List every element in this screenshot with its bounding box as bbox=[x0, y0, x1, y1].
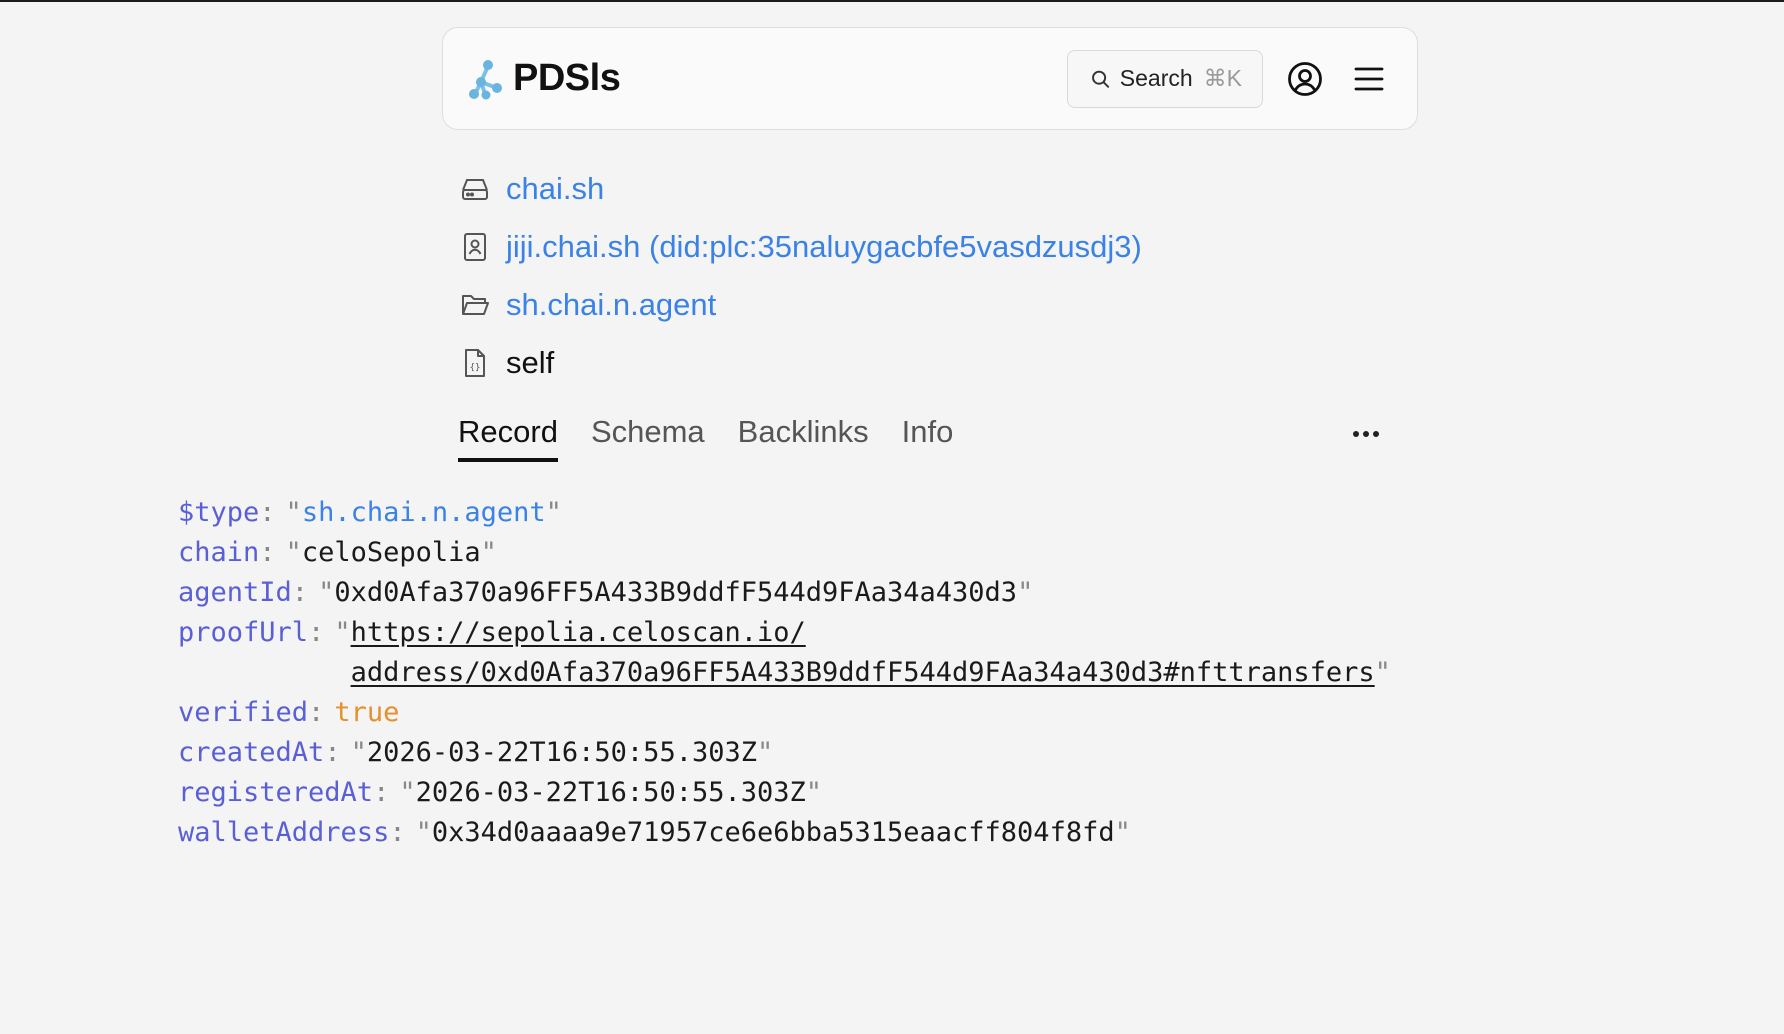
breadcrumb-item-repo: jiji.chai.sh (did:plc:35naluygacbfe5vasd… bbox=[458, 218, 1142, 276]
breadcrumb-current-record: self bbox=[506, 345, 555, 380]
brand-name: PDSls bbox=[513, 57, 621, 99]
record-tabs: Record Schema Backlinks Info bbox=[458, 414, 1388, 466]
record-field-proofurl: proofUrl: " https://sepolia.celoscan.io/… bbox=[178, 613, 1391, 693]
record-field-registeredat: registeredAt: " 2026-03-22T16:50:55.303Z " bbox=[178, 773, 1391, 813]
menu-button[interactable] bbox=[1347, 57, 1391, 101]
field-value-bool: true bbox=[334, 697, 400, 728]
record-field-createdat: createdAt: " 2026-03-22T16:50:55.303Z " bbox=[178, 733, 1391, 773]
svg-text:{}: {} bbox=[470, 363, 481, 373]
breadcrumb-link-collection[interactable]: sh.chai.n.agent bbox=[506, 287, 716, 323]
field-key: verified bbox=[178, 697, 309, 728]
breadcrumb: chai.sh jiji.chai.sh (did:plc:35naluygac… bbox=[458, 160, 1142, 392]
record-json-view: $type: " sh.chai.n.agent " chain: " celoSep… bbox=[178, 493, 1391, 853]
json-file-icon: {} bbox=[458, 346, 492, 380]
field-value: 2026-03-22T16:50:55.303Z bbox=[366, 737, 757, 768]
colon: : bbox=[259, 537, 276, 568]
network-nodes-icon bbox=[469, 59, 502, 99]
colon: : bbox=[259, 497, 276, 528]
hamburger-menu-icon bbox=[1354, 67, 1384, 90]
field-key: agentId bbox=[178, 577, 292, 608]
colon: : bbox=[308, 697, 325, 728]
breadcrumb-item-pds: chai.sh bbox=[458, 160, 1142, 218]
brand-home-link[interactable]: PDSls bbox=[467, 57, 621, 100]
field-key: proofUrl bbox=[178, 617, 309, 648]
field-key: walletAddress bbox=[178, 817, 390, 848]
tab-schema[interactable]: Schema bbox=[591, 414, 705, 458]
field-value: 2026-03-22T16:50:55.303Z bbox=[415, 777, 806, 808]
field-key: $type bbox=[178, 497, 260, 528]
field-value: celoSepolia bbox=[301, 537, 481, 568]
record-field-type: $type: " sh.chai.n.agent " bbox=[178, 493, 1391, 533]
tab-info[interactable]: Info bbox=[902, 414, 954, 458]
colon: : bbox=[291, 577, 309, 608]
colon: : bbox=[389, 817, 406, 848]
search-icon bbox=[1092, 70, 1110, 88]
record-field-agentid: agentId: " 0xd0Afa370a96FF5A433B9ddfF544d… bbox=[178, 573, 1391, 613]
field-key: chain bbox=[178, 537, 260, 568]
hard-drive-icon bbox=[458, 172, 492, 206]
colon: : bbox=[308, 617, 325, 648]
record-field-chain: chain: " celoSepolia " bbox=[178, 533, 1391, 573]
contact-card-icon bbox=[458, 230, 492, 264]
type-link[interactable]: sh.chai.n.agent bbox=[302, 493, 546, 533]
breadcrumb-link-pds[interactable]: chai.sh bbox=[506, 171, 604, 207]
user-circle-icon bbox=[1288, 61, 1322, 96]
breadcrumb-item-record: {} self bbox=[458, 334, 1142, 392]
more-options-button[interactable] bbox=[1344, 414, 1388, 454]
record-field-walletaddress: walletAddress: " 0x34d0aaaa9e71957ce6e6bb… bbox=[178, 813, 1391, 853]
field-value: 0xd0Afa370a96FF5A433B9ddfF544d9FAa34a430… bbox=[334, 577, 1018, 608]
field-key: createdAt bbox=[178, 737, 325, 768]
colon: : bbox=[324, 737, 341, 768]
search-label: Search bbox=[1119, 65, 1193, 91]
colon: : bbox=[373, 777, 390, 808]
tab-backlinks[interactable]: Backlinks bbox=[738, 414, 869, 458]
more-horizontal-icon bbox=[1353, 431, 1379, 437]
field-value: 0x34d0aaaa9e71957ce6e6bba5315eaacff804f8… bbox=[431, 817, 1115, 848]
search-button[interactable]: Search ⌘K bbox=[1067, 49, 1263, 108]
account-button[interactable] bbox=[1283, 57, 1327, 101]
breadcrumb-item-collection: sh.chai.n.agent bbox=[458, 276, 1142, 334]
tab-record[interactable]: Record bbox=[458, 414, 558, 462]
folder-open-icon bbox=[458, 288, 492, 322]
field-key: registeredAt bbox=[178, 777, 374, 808]
proof-url-link-line2[interactable]: address/0xd0Afa370a96FF5A433B9ddfF544d9F… bbox=[351, 657, 1375, 688]
breadcrumb-link-repo[interactable]: jiji.chai.sh (did:plc:35naluygacbfe5vasd… bbox=[506, 229, 1142, 265]
record-field-verified: verified: true bbox=[178, 693, 1391, 733]
search-shortcut: ⌘K bbox=[1203, 65, 1242, 91]
top-navbar: PDSls Search ⌘K bbox=[442, 27, 1418, 130]
proof-url-link-line1[interactable]: https://sepolia.celoscan.io/ bbox=[351, 613, 1391, 653]
